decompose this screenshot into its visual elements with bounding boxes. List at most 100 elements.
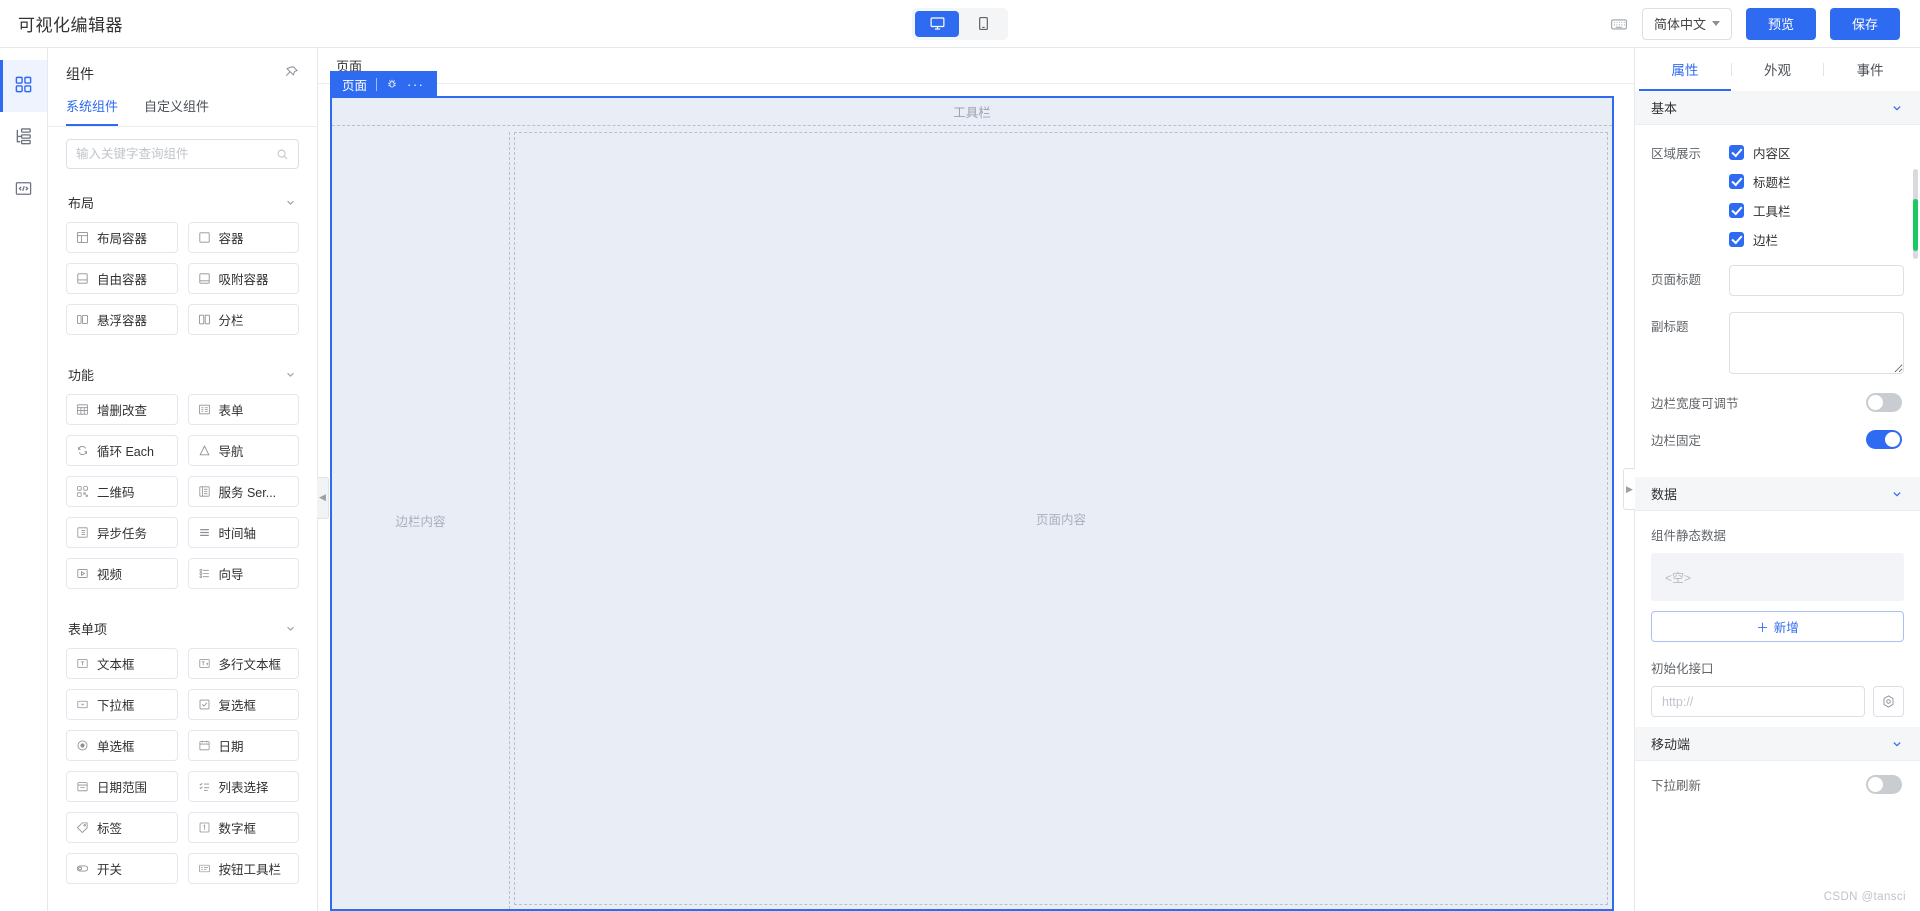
component-card-wizard[interactable]: 向导: [188, 558, 300, 589]
bug-icon[interactable]: [386, 78, 398, 90]
component-card-service[interactable]: 服务 Ser...: [188, 476, 300, 507]
component-card-async-task[interactable]: 异步任务: [66, 517, 178, 548]
component-card-form[interactable]: 表单: [188, 394, 300, 425]
component-card-nav[interactable]: 导航: [188, 435, 300, 466]
component-label: 标签: [97, 818, 122, 837]
save-button[interactable]: 保存: [1830, 8, 1900, 40]
component-card-container[interactable]: 容器: [188, 222, 300, 253]
component-card-date-range[interactable]: 日期范围: [66, 771, 178, 802]
pin-icon[interactable]: [284, 65, 299, 83]
checkbox-row-sidebar[interactable]: 边栏: [1729, 230, 1904, 249]
component-card-list-select[interactable]: 列表选择: [188, 771, 300, 802]
component-card-textarea[interactable]: 多行文本框: [188, 648, 300, 679]
wizard-icon: [198, 567, 211, 580]
timeline-icon: [198, 526, 211, 539]
group-header-layout[interactable]: 布局: [66, 179, 299, 222]
keyboard-icon[interactable]: [1610, 15, 1628, 33]
component-card-free-container[interactable]: 自由容器: [66, 263, 178, 294]
subtitle-textarea[interactable]: [1729, 312, 1904, 374]
section-header-basic[interactable]: 基本: [1635, 91, 1920, 125]
page-tab[interactable]: 页面 ···: [330, 71, 437, 97]
component-card-checkbox[interactable]: 复选框: [188, 689, 300, 720]
component-card-select[interactable]: 下拉框: [66, 689, 178, 720]
page-frame[interactable]: 页面 ··· 工具栏: [330, 96, 1614, 911]
preview-button[interactable]: 预览: [1746, 8, 1816, 40]
group-header-form-items[interactable]: 表单项: [66, 605, 299, 648]
rail-item-code[interactable]: [0, 164, 47, 216]
search-input[interactable]: [76, 147, 276, 161]
init-api-input[interactable]: [1651, 686, 1865, 717]
component-card-radio[interactable]: 单选框: [66, 730, 178, 761]
pull-refresh-toggle[interactable]: [1866, 775, 1902, 794]
canvas-area[interactable]: ◀ 页面 ···: [318, 84, 1634, 911]
section-header-mobile[interactable]: 移动端: [1635, 727, 1920, 761]
select-icon: [76, 698, 89, 711]
page-tab-more-icon[interactable]: ···: [407, 78, 425, 91]
tag-icon: [76, 821, 89, 834]
components-scroll-area[interactable]: 布局 布局容器: [48, 179, 317, 911]
loop-icon: [76, 444, 89, 457]
checkbox-icon[interactable]: [1729, 232, 1744, 247]
sidebar-resizable-toggle[interactable]: [1866, 393, 1902, 412]
tab-properties[interactable]: 属性: [1639, 48, 1731, 91]
group-header-function[interactable]: 功能: [66, 351, 299, 394]
tab-custom-components[interactable]: 自定义组件: [144, 96, 209, 126]
component-card-float-container[interactable]: 悬浮容器: [66, 304, 178, 335]
rail-item-components[interactable]: [0, 60, 47, 112]
tab-events[interactable]: 事件: [1824, 48, 1916, 91]
page-title-input[interactable]: [1729, 265, 1904, 296]
checkbox-icon[interactable]: [1729, 174, 1744, 189]
component-card-layout-container[interactable]: 布局容器: [66, 222, 178, 253]
component-card-text-input[interactable]: 文本框: [66, 648, 178, 679]
collapse-left-panel-handle[interactable]: ◀: [317, 477, 329, 519]
component-label: 复选框: [219, 695, 257, 714]
section-body-basic: 区域展示 内容区 标题栏: [1635, 125, 1920, 477]
component-card-button-toolbar[interactable]: 按钮工具栏: [188, 853, 300, 884]
device-mobile-button[interactable]: [961, 11, 1005, 37]
checkbox-row-toolbar[interactable]: 工具栏: [1729, 201, 1904, 220]
sidebar-fixed-toggle[interactable]: [1866, 430, 1902, 449]
component-card-date[interactable]: 日期: [188, 730, 300, 761]
search-box[interactable]: [66, 139, 299, 169]
checkbox-label: 边栏: [1753, 230, 1778, 249]
text-input-icon: [76, 657, 89, 670]
component-label: 悬浮容器: [97, 310, 147, 329]
component-card-columns[interactable]: 分栏: [188, 304, 300, 335]
chevron-down-icon: [1890, 101, 1904, 115]
checkbox-icon[interactable]: [1729, 203, 1744, 218]
static-data-box[interactable]: <空>: [1651, 553, 1904, 601]
component-label: 容器: [219, 228, 244, 247]
component-card-qrcode[interactable]: 二维码: [66, 476, 178, 507]
component-card-loop-each[interactable]: 循环 Each: [66, 435, 178, 466]
field-sidebar-fixed: 边栏固定: [1651, 430, 1904, 449]
component-card-timeline[interactable]: 时间轴: [188, 517, 300, 548]
section-header-data[interactable]: 数据: [1635, 477, 1920, 511]
checkbox-row-title-bar[interactable]: 标题栏: [1729, 172, 1904, 191]
language-select[interactable]: 简体中文: [1642, 8, 1732, 40]
add-static-data-button[interactable]: ＋ 新增: [1651, 611, 1904, 642]
canvas-toolbar-region[interactable]: 工具栏: [332, 98, 1612, 126]
device-desktop-button[interactable]: [915, 11, 959, 37]
canvas-sidebar-region[interactable]: 边栏内容: [332, 132, 510, 909]
collapse-right-panel-handle[interactable]: ▶: [1623, 468, 1635, 510]
component-card-video[interactable]: 视频: [66, 558, 178, 589]
component-label: 循环 Each: [97, 441, 154, 460]
page-tab-label: 页面: [342, 75, 367, 94]
rail-item-outline[interactable]: [0, 112, 47, 164]
tree-outline-icon: [14, 127, 33, 149]
checkbox-row-content-area[interactable]: 内容区: [1729, 143, 1904, 162]
canvas-content-region[interactable]: 页面内容: [514, 132, 1608, 905]
properties-scroll-area[interactable]: 基本 区域展示 内容区: [1635, 91, 1920, 911]
component-card-crud[interactable]: 增删改查: [66, 394, 178, 425]
checkbox-icon[interactable]: [1729, 145, 1744, 160]
field-area-display: 区域展示 内容区 标题栏: [1651, 139, 1904, 249]
tab-system-components[interactable]: 系统组件: [66, 96, 118, 126]
scrollbar-thumb[interactable]: [1913, 199, 1918, 251]
component-grid-layout: 布局容器 容器 自由容器: [66, 222, 299, 335]
tab-appearance[interactable]: 外观: [1732, 48, 1824, 91]
component-card-switch[interactable]: 开关: [66, 853, 178, 884]
component-card-tag[interactable]: 标签: [66, 812, 178, 843]
settings-icon[interactable]: [1873, 686, 1904, 717]
component-card-number-input[interactable]: 数字框: [188, 812, 300, 843]
component-card-snap-container[interactable]: 吸附容器: [188, 263, 300, 294]
